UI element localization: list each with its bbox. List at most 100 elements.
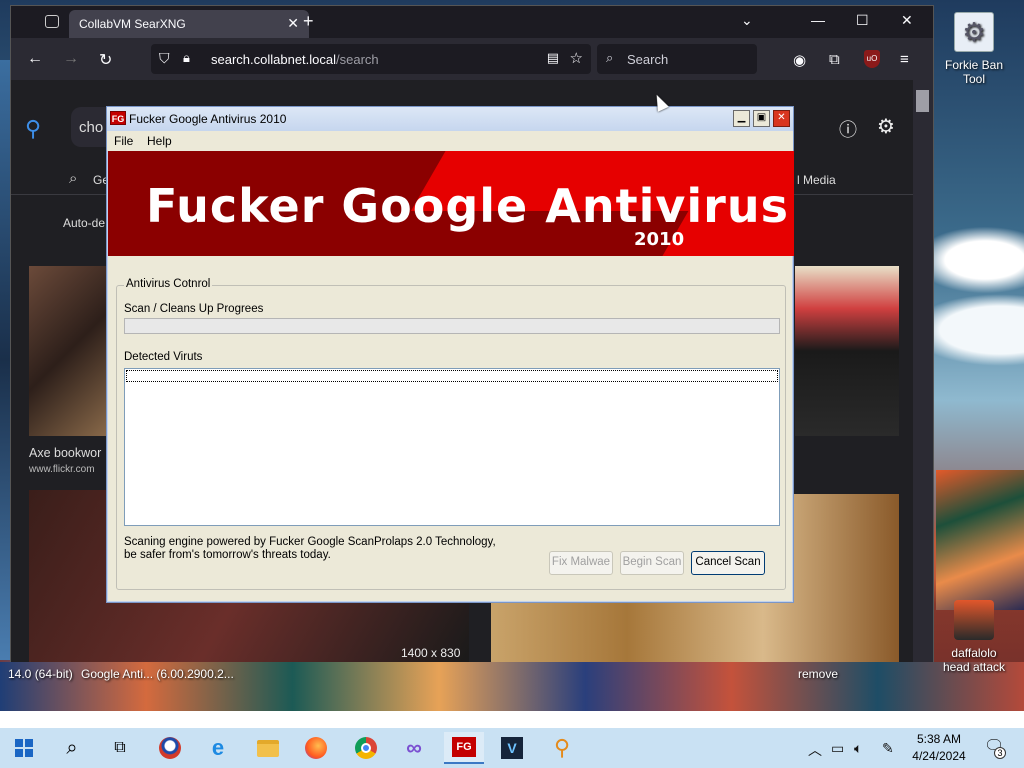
tab-bar: CollabVM SearXNG ✕ + ⌄ — ☐ ✕ xyxy=(11,6,933,38)
tab-title: CollabVM SearXNG xyxy=(79,17,186,31)
back-icon[interactable]: ← xyxy=(27,50,43,68)
notification-count-badge: 3 xyxy=(994,747,1006,759)
search-icon[interactable]: ⌕ xyxy=(52,732,92,764)
clock-date: 4/24/2024 xyxy=(912,749,966,763)
result-title[interactable]: Axe bookwor xyxy=(29,446,101,460)
tab-searxng[interactable]: CollabVM SearXNG ✕ xyxy=(69,10,309,38)
fix-malware-button[interactable]: Fix Malwae xyxy=(549,551,613,575)
shield-icon[interactable]: ⛉ xyxy=(159,50,170,67)
close-window-icon[interactable]: ✕ xyxy=(901,12,913,29)
forward-icon[interactable]: → xyxy=(63,50,79,68)
desktop-label-firefox-version: 14.0 (64-bit) xyxy=(8,667,73,681)
url-bar[interactable]: ⛉ 🔒︎ search.collabnet.local/search ▤ ☆ xyxy=(151,44,591,74)
list-all-tabs-icon[interactable] xyxy=(45,15,59,28)
list-focus-row xyxy=(126,370,778,382)
masked-figure-icon xyxy=(954,600,994,640)
navigation-toolbar: ← → ↻ ⛉ 🔒︎ search.collabnet.local/search… xyxy=(11,38,933,80)
start-icon[interactable] xyxy=(4,732,44,764)
result-source: www.flickr.com xyxy=(29,464,95,475)
maximize-icon[interactable]: ▣ xyxy=(753,110,770,127)
obama-icon[interactable] xyxy=(150,732,190,764)
image-dimensions: 1400 x 830 xyxy=(401,646,461,660)
taskbar-clock[interactable]: 5:38 AM 4/24/2024 xyxy=(904,731,974,765)
ublock-icon[interactable]: uO xyxy=(864,50,880,68)
url-host: search.collabnet.local xyxy=(211,52,337,67)
menu-help[interactable]: Help xyxy=(147,134,172,148)
scrollbar-thumb[interactable] xyxy=(916,90,929,112)
group-label: Antivirus Cotnrol xyxy=(124,278,213,290)
menu-file[interactable]: File xyxy=(114,134,133,148)
reader-view-icon[interactable]: ▤ xyxy=(547,50,559,66)
antivirus-window: FG Fucker Google Antivirus 2010 ▁ ▣ ✕ Fi… xyxy=(106,106,794,603)
search-icon: ⌕ xyxy=(606,50,614,65)
firefox-icon[interactable] xyxy=(296,732,336,764)
pen-icon[interactable]: ✎ xyxy=(882,740,894,757)
search-input[interactable]: ⌕ Search xyxy=(597,44,757,74)
minimize-icon[interactable]: ▁ xyxy=(733,110,750,127)
page-search-field[interactable]: cho xyxy=(71,107,111,147)
bookmark-star-icon[interactable]: ☆ xyxy=(570,49,583,67)
account-icon[interactable]: ◉ xyxy=(793,51,806,69)
result-image-bookshelf[interactable] xyxy=(29,266,109,436)
file-explorer-icon[interactable] xyxy=(248,732,288,764)
antivirus-titlebar[interactable]: FG Fucker Google Antivirus 2010 ▁ ▣ ✕ xyxy=(107,107,793,131)
detected-label: Detected Viruts xyxy=(124,351,203,363)
chevron-up-icon[interactable]: ︿ xyxy=(808,740,822,760)
gear-window-icon: ⚙ xyxy=(954,12,994,52)
url-path: /search xyxy=(336,52,379,67)
progress-label: Scan / Cleans Up Progrees xyxy=(124,303,264,315)
info-icon[interactable]: ⓘ xyxy=(839,116,857,142)
close-tab-icon[interactable]: ✕ xyxy=(287,15,299,32)
lock-icon[interactable]: 🔒︎ xyxy=(183,50,190,66)
antivirus-title: Fucker Google Antivirus 2010 xyxy=(129,112,287,126)
antivirus-banner: Fucker Google Antivirus 2010 xyxy=(108,151,794,256)
chevron-down-icon[interactable]: ⌄ xyxy=(741,12,753,29)
taskbar: ⌕ ⧉ e ∞ FG V ⚲ ︿ ▭ 🔈︎ ✎ 5:38 AM 4/24/202… xyxy=(0,728,1024,768)
chrome-icon[interactable] xyxy=(346,732,386,764)
new-tab-icon[interactable]: + xyxy=(303,11,314,32)
desktop-icon-label: daffalolo head attack xyxy=(942,646,1006,674)
begin-scan-button[interactable]: Begin Scan xyxy=(620,551,684,575)
search-placeholder: Search xyxy=(627,52,669,67)
clock-time: 5:38 AM xyxy=(916,732,962,746)
vegas-icon[interactable]: V xyxy=(492,732,532,764)
scan-progress-bar xyxy=(124,318,780,334)
autodetect-option[interactable]: Auto-de xyxy=(63,216,105,230)
banner-title: Fucker Google Antivirus xyxy=(146,179,789,233)
visual-studio-icon[interactable]: ∞ xyxy=(394,732,434,764)
fg-app-icon: FG xyxy=(110,111,126,125)
category-social-media[interactable]: l Media xyxy=(797,173,836,187)
searxng-logo-icon[interactable]: ⚲ xyxy=(25,116,41,142)
desktop-label-google-anti: Google Anti... (6.00.2900.2... xyxy=(81,667,234,681)
general-search-icon: ⌕ xyxy=(69,170,78,187)
volume-muted-icon[interactable]: 🔈︎ xyxy=(854,740,862,757)
maximize-icon[interactable]: ☐ xyxy=(856,12,869,29)
extensions-icon[interactable]: ⧉ xyxy=(829,51,840,68)
settings-gear-icon[interactable]: ⚙ xyxy=(877,114,895,139)
antivirus-control-group: Antivirus Cotnrol Scan / Cleans Up Progr… xyxy=(116,278,786,590)
close-icon[interactable]: ✕ xyxy=(773,110,790,127)
banner-year: 2010 xyxy=(634,229,685,250)
network-icon[interactable]: ▭ xyxy=(831,740,844,757)
engine-footer-text: Scaning engine powered by Fucker Google … xyxy=(124,536,496,561)
antivirus-menubar: File Help xyxy=(107,131,793,151)
detected-viruses-list[interactable] xyxy=(124,368,780,526)
wallpaper-foliage xyxy=(936,470,1024,610)
fg-antivirus-icon[interactable]: FG xyxy=(444,732,484,764)
menu-icon[interactable]: ≡ xyxy=(900,51,909,68)
desktop-icon-daffalolo[interactable]: daffalolo head attack xyxy=(938,600,1010,674)
minimize-icon[interactable]: — xyxy=(811,12,825,28)
desktop-label-remove: remove xyxy=(798,667,839,681)
task-view-icon[interactable]: ⧉ xyxy=(100,732,140,764)
page-scrollbar[interactable] xyxy=(913,80,933,662)
internet-explorer-icon[interactable]: e xyxy=(198,732,238,764)
magnifier-icon[interactable]: ⚲ xyxy=(542,732,582,764)
wallpaper-edge xyxy=(0,60,10,660)
desktop-icon-label: Forkie Ban Tool xyxy=(944,58,1004,86)
page-search-text: cho xyxy=(79,119,104,136)
reload-icon[interactable]: ↻ xyxy=(99,50,112,70)
desktop-icon-forkie-ban-tool[interactable]: ⚙ Forkie Ban Tool xyxy=(938,12,1010,86)
desktop-strip xyxy=(0,711,1024,728)
cancel-scan-button[interactable]: Cancel Scan xyxy=(691,551,765,575)
result-image-sprays[interactable] xyxy=(795,266,899,436)
